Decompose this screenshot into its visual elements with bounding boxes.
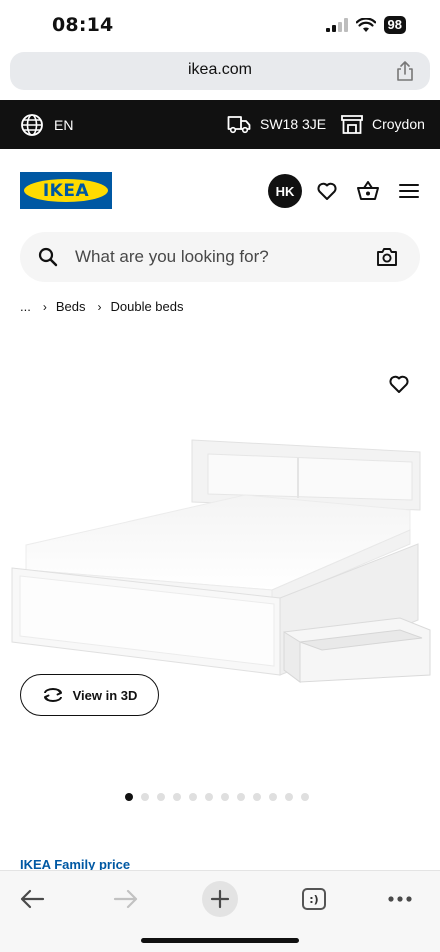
carousel-dot[interactable] — [237, 793, 245, 801]
carousel-dot[interactable] — [221, 793, 229, 801]
back-button[interactable] — [12, 879, 52, 919]
search-icon — [38, 247, 58, 267]
status-time: 08:14 — [52, 14, 114, 36]
store-icon — [341, 115, 363, 134]
postcode-label: SW18 3JE — [260, 116, 327, 132]
breadcrumb-beds[interactable]: Beds — [56, 299, 86, 314]
search-box[interactable] — [20, 232, 420, 282]
carousel-dot[interactable] — [125, 793, 133, 801]
carousel-dot[interactable] — [253, 793, 261, 801]
arrow-right-icon — [113, 889, 138, 909]
language-label: EN — [54, 117, 74, 133]
basket-icon[interactable] — [356, 179, 380, 203]
carousel-dot[interactable] — [157, 793, 165, 801]
hamburger-icon[interactable] — [397, 179, 421, 203]
address-url[interactable]: ikea.com — [10, 61, 430, 79]
home-indicator — [141, 938, 299, 943]
carousel-dots — [125, 793, 309, 801]
globe-icon — [21, 114, 43, 136]
signal-icon — [325, 18, 348, 32]
search-input[interactable] — [75, 232, 365, 282]
status-icons: 98 — [325, 16, 406, 34]
tabs-button[interactable]: :) — [294, 879, 334, 919]
chevron-right-icon: › — [42, 299, 47, 314]
carousel-dot[interactable] — [173, 793, 181, 801]
ikea-logo[interactable]: IKEA — [20, 172, 112, 209]
wifi-icon — [355, 17, 376, 32]
breadcrumb-double-beds[interactable]: Double beds — [110, 299, 183, 314]
more-button[interactable] — [380, 879, 420, 919]
view-in-3d-button[interactable]: View in 3D — [20, 674, 159, 716]
share-icon[interactable] — [394, 60, 416, 82]
view-in-3d-label: View in 3D — [72, 687, 138, 703]
carousel-dot[interactable] — [141, 793, 149, 801]
carousel-dot[interactable] — [285, 793, 293, 801]
carousel-dot[interactable] — [269, 793, 277, 801]
store-label: Croydon — [372, 116, 425, 132]
breadcrumb: ... › Beds › Double beds — [20, 299, 183, 314]
carousel-dot[interactable] — [301, 793, 309, 801]
product-image[interactable] — [0, 330, 440, 720]
more-dots-icon — [388, 896, 412, 902]
logo-text: IKEA — [42, 180, 90, 201]
breadcrumb-ellipsis[interactable]: ... — [20, 299, 31, 314]
address-bar[interactable]: ikea.com — [10, 52, 430, 90]
account-avatar[interactable]: HK — [268, 174, 302, 208]
arrow-left-icon — [20, 889, 45, 909]
new-tab-button[interactable] — [200, 879, 240, 919]
logo-oval: IKEA — [24, 179, 108, 202]
store-button[interactable]: Croydon — [340, 113, 425, 135]
favourite-heart-icon[interactable] — [387, 372, 411, 396]
battery-icon: 98 — [383, 16, 406, 34]
truck-icon — [227, 116, 251, 134]
tabs-icon: :) — [302, 888, 326, 910]
heart-icon[interactable] — [315, 179, 339, 203]
status-bar: 08:14 98 — [0, 0, 440, 50]
utility-bar: EN SW18 3JE Croydon — [0, 100, 440, 149]
rotate-3d-icon — [43, 688, 62, 702]
postcode-button[interactable]: SW18 3JE — [227, 113, 326, 135]
carousel-dot[interactable] — [189, 793, 197, 801]
language-button[interactable]: EN — [20, 113, 73, 137]
forward-button[interactable] — [106, 879, 146, 919]
camera-icon[interactable] — [376, 247, 398, 267]
carousel-dot[interactable] — [205, 793, 213, 801]
chevron-right-icon: › — [97, 299, 102, 314]
plus-icon — [202, 881, 238, 917]
